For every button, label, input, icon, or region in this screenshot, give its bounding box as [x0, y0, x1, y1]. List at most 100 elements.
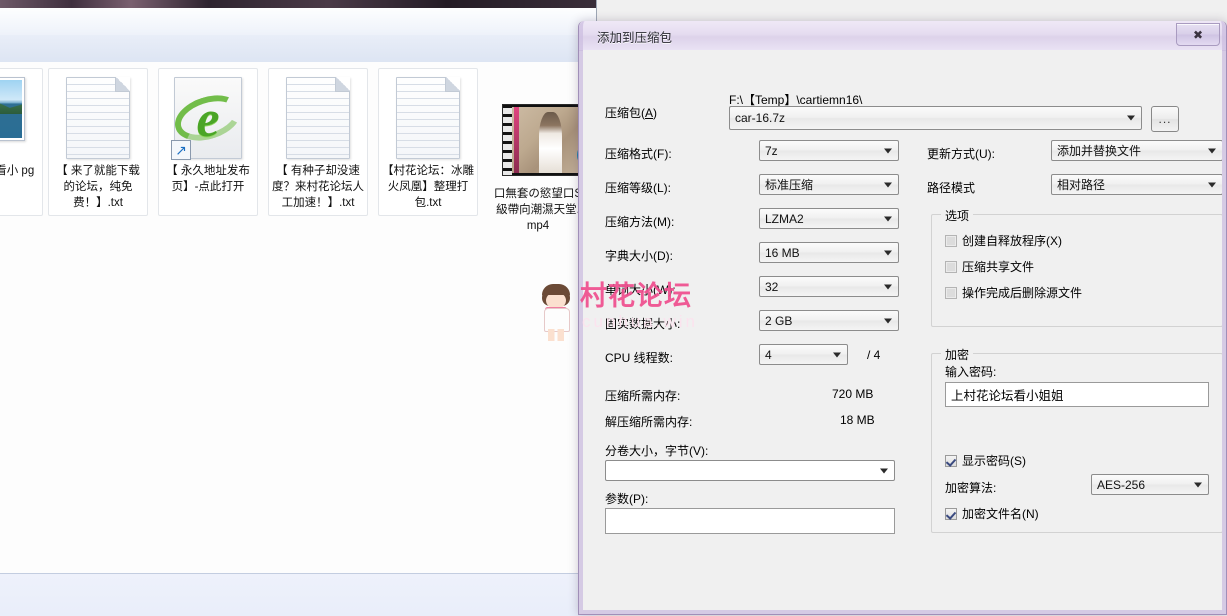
cpu-label: CPU 线程数: [605, 351, 674, 365]
image-icon [0, 77, 25, 141]
format-combo[interactable]: 7z [759, 140, 899, 161]
chevron-down-icon [884, 148, 892, 153]
file-item-ie[interactable]: e ↗ 【 永久地址发布页】-点此打开 [158, 68, 258, 216]
file-explorer-window: 码：】 坛看小 pg 【 来了就能下载的论坛，纯免费！】.txt e ↗ [0, 0, 597, 616]
checkbox-icon [945, 260, 957, 273]
word-size-combo[interactable]: 32 [759, 276, 899, 297]
dictionary-value: 16 MB [765, 245, 800, 260]
encrypt-filenames-checkbox[interactable]: 加密文件名(N) [945, 505, 1039, 522]
split-size-label: 分卷大小，字节(V): [605, 444, 709, 458]
memory-decompress-label: 解压缩所需内存: [605, 415, 693, 429]
chevron-down-icon [1208, 182, 1216, 187]
memory-compress-value: 720 MB [832, 387, 874, 401]
delete-after-checkbox[interactable]: 操作完成后删除源文件 [945, 284, 1082, 301]
explorer-toolbar[interactable] [0, 8, 596, 36]
checkbox-icon [945, 286, 957, 299]
encrypt-filenames-label: 加密文件名(N) [962, 507, 1039, 521]
format-label: 压缩格式(F): [605, 147, 672, 161]
add-to-archive-dialog: 添加到压缩包 ✖ 压缩包(A) F:\【Temp】\cartiemn16\ ca… [578, 21, 1227, 615]
encryption-algo-combo[interactable]: AES-256 [1091, 474, 1209, 495]
dictionary-combo[interactable]: 16 MB [759, 242, 899, 263]
file-item-label: 【 有种子却没速度？来村花论坛人工加速！】.txt [272, 165, 364, 209]
parameters-input[interactable] [605, 508, 895, 534]
show-password-checkbox[interactable]: 显示密码(S) [945, 452, 1026, 469]
password-value: 上村花论坛看小姐姐 [951, 389, 1064, 403]
file-item-label: 【 来了就能下载的论坛，纯免费！】.txt [56, 165, 140, 209]
file-item-txt-2[interactable]: 【 有种子却没速度？来村花论坛人工加速！】.txt [268, 68, 368, 216]
explorer-titlebar [0, 0, 596, 8]
dialog-title: 添加到压缩包 [597, 31, 673, 45]
chevron-down-icon [833, 352, 841, 357]
chevron-down-icon [884, 216, 892, 221]
image-thumbnail [0, 77, 29, 159]
shortcut-arrow-icon: ↗ [171, 140, 191, 160]
ie-letter-icon: e [196, 90, 220, 148]
film-strip-left-icon [503, 105, 512, 175]
path-mode-combo[interactable]: 相对路径 [1051, 174, 1222, 195]
chevron-down-icon [884, 284, 892, 289]
compress-shared-checkbox[interactable]: 压缩共享文件 [945, 258, 1034, 275]
split-size-combo[interactable] [605, 460, 895, 481]
file-item-label: 码：】 坛看小 pg [0, 165, 35, 177]
cpu-threads-value: 4 [765, 347, 772, 362]
create-sfx-checkbox[interactable]: 创建自释放程序(X) [945, 232, 1062, 249]
word-size-value: 32 [765, 279, 779, 294]
dict-label: 字典大小(D): [605, 249, 673, 263]
text-file-icon [286, 77, 350, 159]
level-combo[interactable]: 标准压缩 [759, 174, 899, 195]
create-sfx-label: 创建自释放程序(X) [962, 234, 1062, 248]
cpu-threads-max: / 4 [867, 348, 881, 362]
solid-block-value: 2 GB [765, 313, 793, 328]
explorer-details-pane [0, 573, 596, 616]
close-icon[interactable]: ✖ [1176, 23, 1220, 46]
word-label: 单词大小(W): [605, 283, 676, 297]
archive-name-combo[interactable]: car-16.7z [729, 106, 1142, 130]
chevron-down-icon [880, 468, 888, 473]
text-file-thumbnail [392, 77, 464, 159]
browse-button[interactable]: ... [1151, 106, 1179, 132]
text-file-icon [66, 77, 130, 159]
text-file-thumbnail [282, 77, 354, 159]
encryption-group-title: 加密 [941, 346, 974, 363]
options-group-title: 选项 [941, 207, 974, 224]
delete-after-label: 操作完成后删除源文件 [962, 286, 1083, 300]
update-mode-label: 更新方式(U): [927, 147, 995, 161]
method-value: LZMA2 [765, 211, 804, 226]
chevron-down-icon [1208, 148, 1216, 153]
level-value: 标准压缩 [765, 178, 814, 192]
checkbox-icon [945, 507, 957, 520]
solid-block-combo[interactable]: 2 GB [759, 310, 899, 331]
checkbox-icon [945, 454, 957, 467]
ie-thumbnail: e ↗ [169, 77, 247, 160]
explorer-file-list[interactable]: 码：】 坛看小 pg 【 来了就能下载的论坛，纯免费！】.txt e ↗ [0, 62, 596, 573]
file-item-label: 【 永久地址发布页】-点此打开 [166, 165, 250, 193]
memory-compress-label: 压缩所需内存: [605, 389, 681, 403]
checkbox-icon [945, 234, 957, 247]
chevron-down-icon [1127, 115, 1135, 121]
chevron-down-icon [1194, 482, 1202, 487]
desktop-background: 码：】 坛看小 pg 【 来了就能下载的论坛，纯免费！】.txt e ↗ [0, 0, 1227, 616]
dialog-titlebar: 添加到压缩包 ✖ [579, 21, 1226, 51]
cpu-threads-combo[interactable]: 4 [759, 344, 848, 365]
explorer-address-bar[interactable] [0, 35, 596, 63]
memory-decompress-value: 18 MB [840, 413, 875, 427]
encryption-algo-value: AES-256 [1097, 477, 1146, 492]
encryption-algo-label: 加密算法: [945, 481, 997, 495]
file-item-image[interactable]: 码：】 坛看小 pg [0, 68, 43, 216]
file-item-txt-1[interactable]: 【 来了就能下载的论坛，纯免费！】.txt [48, 68, 148, 216]
video-frame-preview [512, 107, 588, 173]
solid-label: 固实数据大小: [605, 317, 681, 331]
file-item-label: 【村花论坛：冰雕火凤凰】整理打包.txt [382, 165, 474, 209]
password-input[interactable]: 上村花论坛看小姐姐 [945, 382, 1209, 407]
file-item-video[interactable]: ↻ 口無套の慾望口S級帶向潮濕天堂.mp4 [488, 68, 596, 232]
method-label: 压缩方法(M): [605, 215, 675, 229]
path-mode-label: 路径模式 [927, 181, 976, 195]
dialog-body: 压缩包(A) F:\【Temp】\cartiemn16\ car-16.7z .… [583, 50, 1222, 614]
update-mode-combo[interactable]: 添加并替换文件 [1051, 140, 1222, 161]
show-password-label: 显示密码(S) [962, 454, 1026, 468]
file-item-label: 口無套の慾望口S級帶向潮濕天堂.mp4 [493, 188, 583, 232]
video-thumbnail: ↻ [502, 104, 596, 176]
method-combo[interactable]: LZMA2 [759, 208, 899, 229]
password-label: 输入密码: [945, 365, 997, 379]
file-item-txt-3[interactable]: 【村花论坛：冰雕火凤凰】整理打包.txt [378, 68, 478, 216]
